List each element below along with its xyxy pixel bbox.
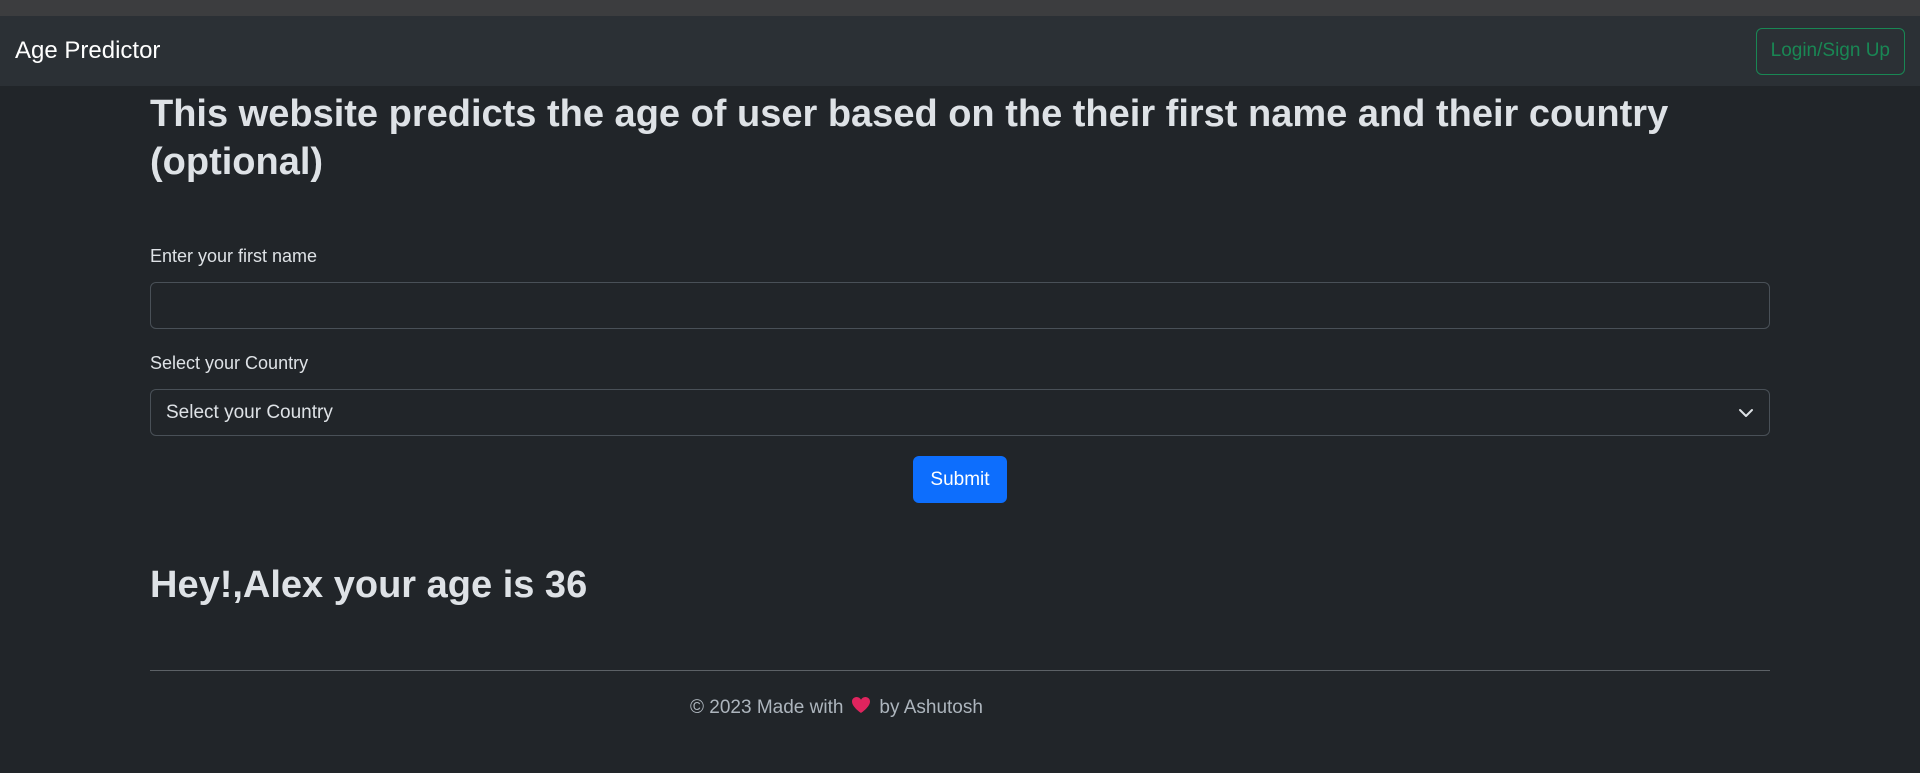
heart-icon (851, 696, 871, 720)
brand-title[interactable]: Age Predictor (15, 37, 160, 65)
main-content: This website predicts the age of user ba… (150, 86, 1770, 718)
first-name-input[interactable] (150, 282, 1770, 329)
country-select[interactable]: Select your Country (150, 389, 1770, 436)
first-name-label: Enter your first name (150, 246, 318, 266)
login-signup-button[interactable]: Login/Sign Up (1755, 27, 1905, 75)
country-label: Select your Country (150, 353, 309, 373)
page-headline: This website predicts the age of user ba… (150, 93, 1669, 183)
navbar: Age Predictor Login/Sign Up (0, 16, 1920, 86)
result-message: Hey!,Alex your age is 36 (150, 564, 588, 606)
browser-top-strip (0, 0, 1920, 16)
footer-prefix: © 2023 Made with (690, 697, 844, 718)
footer-divider (150, 670, 1770, 671)
country-select-value: Select your Country (166, 401, 333, 423)
submit-button[interactable]: Submit (913, 456, 1007, 503)
footer: © 2023 Made with by Ashutosh (690, 696, 983, 720)
chevron-down-icon (1738, 405, 1754, 421)
footer-suffix: by Ashutosh (879, 697, 983, 718)
